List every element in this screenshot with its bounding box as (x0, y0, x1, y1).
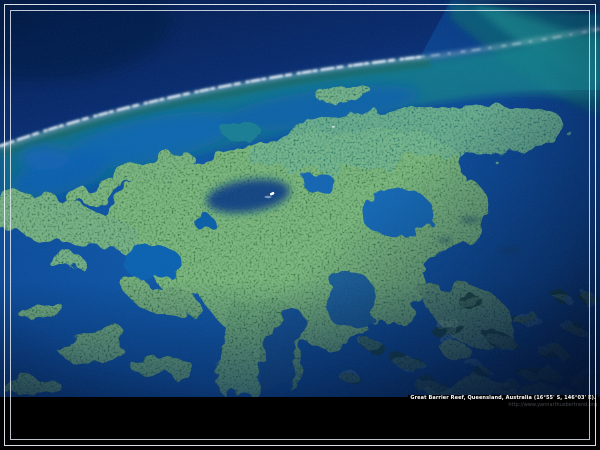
caption-url: http://www.yannarthusbertrand.org (408, 402, 598, 408)
caption-location: Great Barrier Reef, Queensland, Australi… (408, 395, 598, 402)
wallpaper-stage: Great Barrier Reef, Queensland, Australi… (0, 0, 600, 450)
reef-photo (0, 0, 600, 397)
photo-caption: Great Barrier Reef, Queensland, Australi… (408, 395, 598, 408)
photo-grain (0, 0, 600, 397)
